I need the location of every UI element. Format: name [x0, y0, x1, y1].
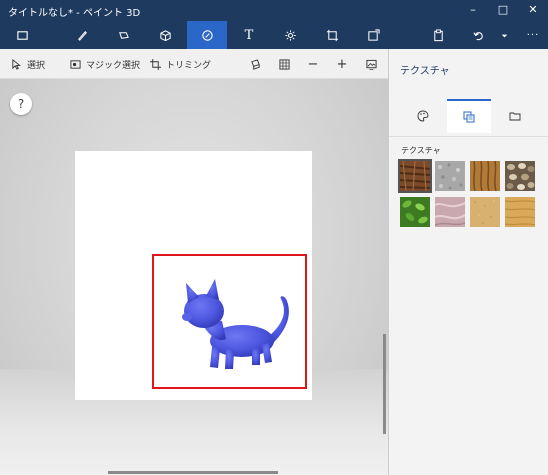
- history-dropdown-button[interactable]: [494, 21, 514, 49]
- help-button[interactable]: ?: [10, 93, 32, 115]
- text-icon: T: [244, 27, 254, 43]
- stickers-button[interactable]: [187, 21, 227, 49]
- tab-textures[interactable]: [447, 99, 491, 133]
- crop-icon: [150, 59, 161, 70]
- more-icon: ···: [526, 29, 540, 41]
- image-menu-button[interactable]: [364, 57, 378, 71]
- magic-select-button[interactable]: マジック選択: [70, 58, 140, 71]
- tab-folder[interactable]: [493, 99, 537, 133]
- magic-select-icon: [70, 60, 81, 69]
- leaves-texture[interactable]: [400, 197, 430, 227]
- 3d-shapes-button[interactable]: [145, 21, 185, 49]
- select-label: 選択: [27, 61, 46, 71]
- crop-button[interactable]: トリミング: [150, 58, 211, 71]
- remix3d-icon: [367, 28, 380, 41]
- light-wood-texture[interactable]: [505, 197, 535, 227]
- 3d-view-button[interactable]: [248, 57, 262, 71]
- grid-icon: [278, 58, 290, 70]
- undo-button[interactable]: [458, 21, 498, 49]
- zoom-out-button[interactable]: −: [306, 57, 320, 72]
- menu-icon: [16, 30, 28, 40]
- image-icon: [365, 59, 377, 70]
- magic-select-label: マジック選択: [86, 61, 141, 71]
- panel-title: テクスチャ: [400, 66, 450, 77]
- paste-button[interactable]: [418, 21, 458, 49]
- 2d-shapes-icon: [118, 31, 129, 39]
- crop-label: トリミング: [166, 61, 212, 71]
- undo-icon: [472, 31, 483, 40]
- palette-icon: [417, 110, 429, 122]
- stickers-icon: [201, 29, 213, 41]
- marble-pink-texture[interactable]: [435, 197, 465, 227]
- close-button[interactable]: ✕: [518, 0, 548, 21]
- horizontal-scrollbar[interactable]: [108, 471, 278, 474]
- sand-texture[interactable]: [470, 197, 500, 227]
- bark-texture[interactable]: [398, 159, 432, 193]
- cat-3d-model[interactable]: [164, 265, 294, 377]
- window-title: タイトルなし* - ペイント 3D: [8, 8, 141, 19]
- cursor-icon: [12, 59, 22, 70]
- more-button[interactable]: ···: [518, 21, 548, 49]
- zoom-in-button[interactable]: +: [335, 57, 349, 72]
- 3d-view-icon: [250, 58, 260, 70]
- brushes-button[interactable]: [62, 21, 102, 49]
- effects-button[interactable]: [270, 21, 310, 49]
- 2d-shapes-button[interactable]: [103, 21, 143, 49]
- side-panel: テクスチャ テクスチャ: [388, 49, 548, 475]
- drawing-canvas[interactable]: [75, 151, 312, 400]
- canvas-icon: [326, 29, 338, 41]
- main-toolbar: T ···: [0, 21, 548, 49]
- select-button[interactable]: 選択: [11, 58, 45, 71]
- minimize-button[interactable]: –: [458, 0, 488, 21]
- wood-grain-texture[interactable]: [470, 161, 500, 191]
- remix3d-button[interactable]: [353, 21, 393, 49]
- 3d-shapes-icon: [159, 29, 171, 41]
- pebbles-texture[interactable]: [505, 161, 535, 191]
- canvas-button[interactable]: [312, 21, 352, 49]
- title-bar: タイトルなし* - ペイント 3D – □ ✕: [0, 0, 548, 21]
- command-bar: 選択 マジック選択 トリミング − +: [0, 49, 388, 79]
- effects-icon: [284, 29, 296, 41]
- menu-button[interactable]: [2, 21, 42, 49]
- folder-icon: [509, 112, 521, 121]
- textures-section-label: テクスチャ: [401, 146, 441, 155]
- maximize-button[interactable]: □: [488, 0, 518, 21]
- tab-colors[interactable]: [401, 99, 445, 133]
- brush-icon: [77, 30, 87, 41]
- workspace: ?: [0, 79, 388, 475]
- vertical-scrollbar[interactable]: [383, 334, 386, 434]
- textures-icon: [463, 111, 475, 123]
- gravel-texture[interactable]: [435, 161, 465, 191]
- dropdown-icon: [501, 34, 507, 37]
- grid-button[interactable]: [277, 57, 291, 71]
- panel-divider: [389, 136, 548, 137]
- paste-icon: [433, 28, 443, 41]
- panel-tabs: [391, 99, 546, 135]
- text-button[interactable]: T: [229, 21, 269, 49]
